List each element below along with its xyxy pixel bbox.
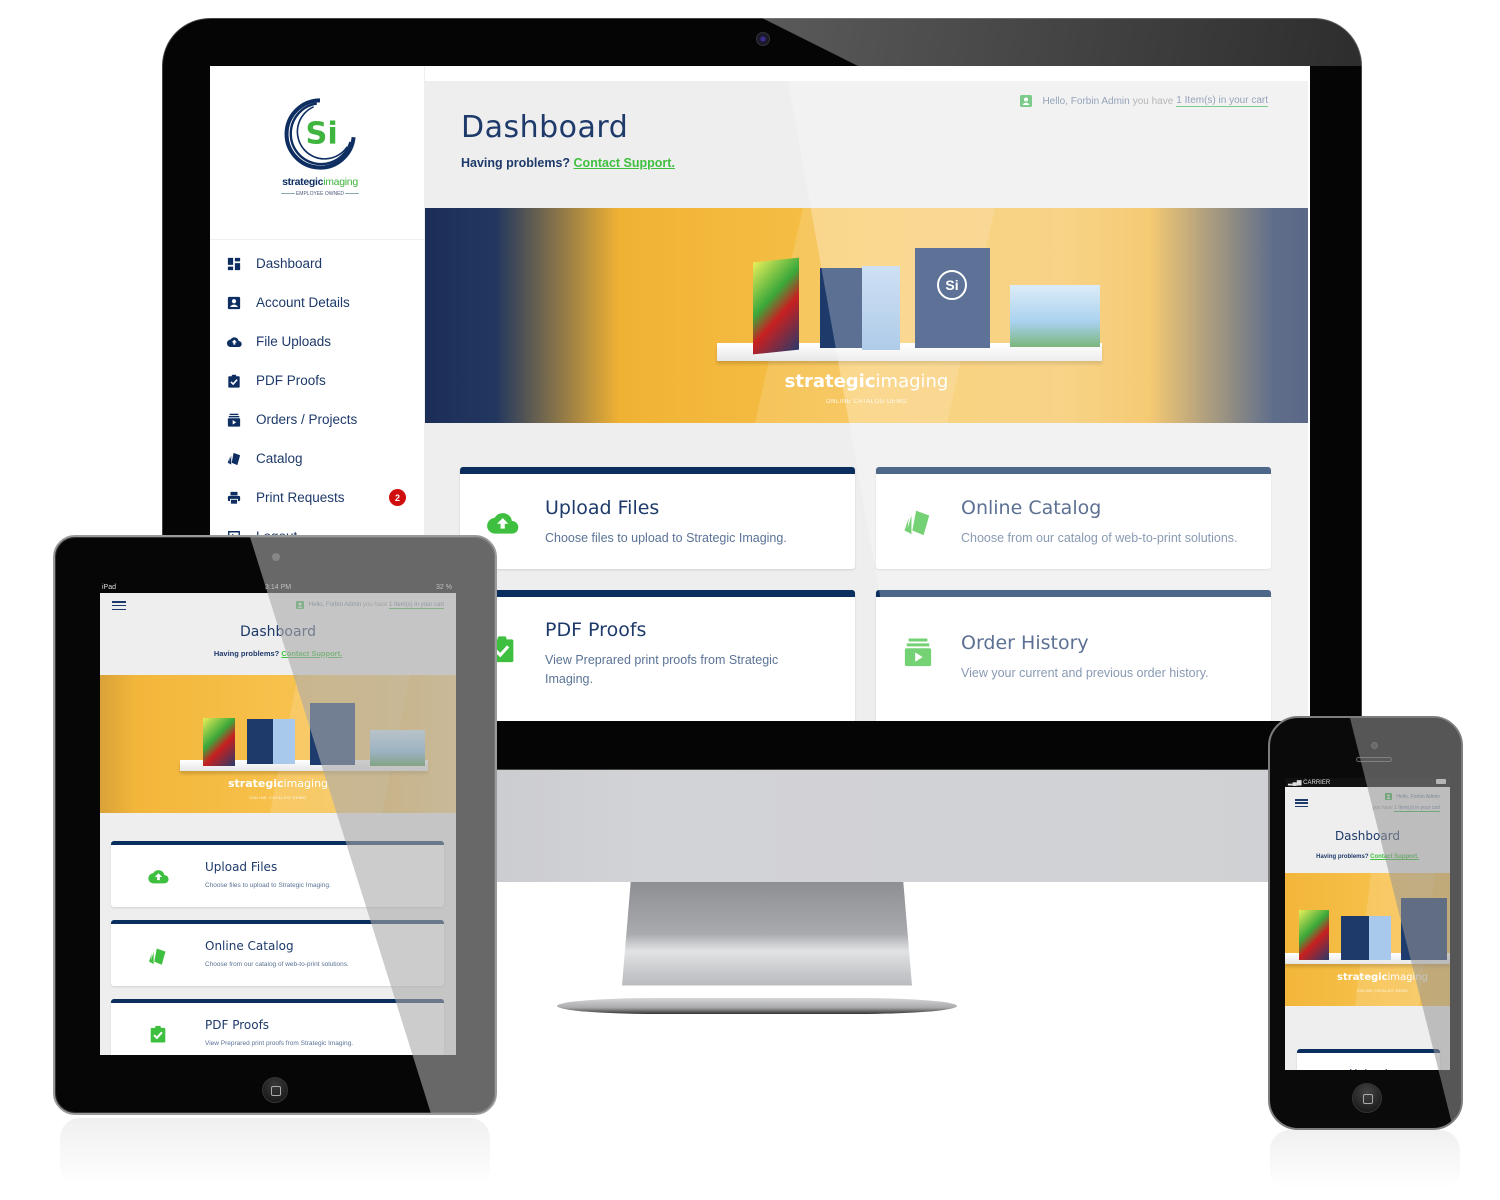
card-upload-files[interactable]: Upload Files Choose files to upload to S…: [460, 467, 855, 569]
banner-product-magazine: [1010, 285, 1100, 347]
card-order-history[interactable]: Order History View your current and prev…: [876, 590, 1271, 721]
catalog-icon: [148, 946, 168, 966]
card-description: Choose files to upload to Strategic Imag…: [205, 882, 331, 889]
card-title: Online Catalog: [205, 939, 294, 953]
help-text: Having problems?: [461, 156, 571, 170]
sidebar-divider: [210, 239, 424, 240]
sidebar-item-pdf-proofs[interactable]: PDF Proofs: [210, 361, 424, 400]
hamburger-menu-icon[interactable]: [1295, 799, 1308, 807]
orders-icon: [226, 412, 242, 428]
card-pdf-proofs[interactable]: PDF Proofs View Preprared print proofs f…: [111, 999, 444, 1055]
cart-link[interactable]: 1 Item(s) in your cart: [1176, 95, 1268, 107]
sidebar-nav: Dashboard Account Details File Uploads P…: [210, 244, 424, 556]
brand-wordmark: strategicimaging: [270, 176, 370, 188]
banner-subtitle: ONLINE CATALOG DEMO: [826, 399, 907, 405]
printer-icon: [226, 490, 242, 506]
sidebar-item-label: File Uploads: [256, 334, 332, 349]
hero-banner: Si strategicimaging ONLINE CATALOG DEMO: [425, 208, 1308, 423]
notification-badge: 2: [389, 489, 406, 506]
banner-product-folder: Si: [915, 248, 990, 348]
user-icon: [1020, 95, 1032, 107]
card-online-catalog[interactable]: Online Catalog Choose from our catalog o…: [876, 467, 1271, 569]
si-logo-icon: [276, 94, 364, 174]
contact-support-link[interactable]: Contact Support.: [574, 156, 675, 170]
cloud-upload-icon: [485, 511, 519, 535]
phone-mockup: ▂▄▆ CARRIER Hello, Forbin Admin you have…: [1268, 716, 1463, 1130]
page-title: Dashboard: [461, 110, 629, 145]
phone-reflection: [1270, 1130, 1460, 1190]
cloud-upload-icon: [226, 334, 242, 350]
cloud-upload-icon: [147, 869, 169, 884]
bezel-glare: [762, 18, 1362, 66]
clipboard-check-icon: [149, 1025, 167, 1043]
monitor-stand: [622, 882, 912, 986]
card-description: View Preprared print proofs from Strateg…: [545, 653, 779, 686]
catalog-icon: [903, 507, 933, 537]
greeting-middle: you have: [1132, 95, 1174, 107]
card-title: Order History: [961, 632, 1089, 654]
orders-icon: [903, 637, 933, 667]
sidebar-item-label: Catalog: [256, 451, 303, 466]
sidebar-item-label: Print Requests: [256, 490, 345, 505]
clipboard-check-icon: [226, 373, 242, 389]
brand-name-bold: strategic: [282, 176, 324, 188]
sidebar-item-account-details[interactable]: Account Details: [210, 283, 424, 322]
sidebar-item-label: PDF Proofs: [256, 373, 326, 388]
tablet-mockup: iPad 3:14 PM 32 % Hello, Forbin Admin yo…: [53, 535, 497, 1115]
tablet-reflection: [60, 1118, 490, 1188]
sidebar-item-file-uploads[interactable]: File Uploads: [210, 322, 424, 361]
sidebar-item-catalog[interactable]: Catalog: [210, 439, 424, 478]
support-prompt: Having problems? Contact Support.: [461, 156, 675, 170]
device-name: iPad: [102, 584, 117, 591]
carrier-label: ▂▄▆ CARRIER: [1288, 780, 1331, 786]
card-title: Upload Files: [545, 497, 660, 519]
card-pdf-proofs[interactable]: PDF Proofs View Preprared print proofs f…: [460, 590, 855, 721]
catalog-icon: [226, 451, 242, 467]
card-title: PDF Proofs: [545, 619, 647, 641]
monitor-foot: [557, 998, 957, 1014]
card-title: PDF Proofs: [205, 1018, 270, 1032]
sidebar-item-dashboard[interactable]: Dashboard: [210, 244, 424, 283]
banner-product-comic: [753, 257, 799, 355]
sidebar-item-label: Account Details: [256, 295, 350, 310]
tablet-home-button[interactable]: [262, 1077, 288, 1103]
user-greeting: Hello, Forbin Admin you have 1 Item(s) i…: [1020, 95, 1268, 107]
main-content: Hello, Forbin Admin you have 1 Item(s) i…: [425, 81, 1308, 721]
phone-home-button[interactable]: [1352, 1083, 1382, 1113]
folder-logo: Si: [937, 270, 967, 300]
card-title: Online Catalog: [961, 497, 1102, 519]
hamburger-menu-icon[interactable]: [112, 601, 126, 610]
banner-product-brochure-inside: [862, 266, 900, 350]
brand-tagline: EMPLOYEE OWNED: [270, 191, 370, 197]
sidebar-item-orders-projects[interactable]: Orders / Projects: [210, 400, 424, 439]
card-description: Choose from our catalog of web-to-print …: [205, 961, 349, 968]
card-title: Upload Files: [205, 860, 278, 874]
sidebar-item-print-requests[interactable]: Print Requests 2: [210, 478, 424, 517]
sidebar-item-label: Dashboard: [256, 256, 323, 271]
card-upload-files[interactable]: Upload: [1297, 1049, 1440, 1070]
card-description: Choose files to upload to Strategic Imag…: [545, 531, 787, 545]
card-description: View Preprared print proofs from Strateg…: [205, 1040, 354, 1047]
card-description: Choose from our catalog of web-to-print …: [961, 531, 1238, 545]
banner-brand: strategicimaging: [784, 371, 949, 392]
sidebar-item-label: Orders / Projects: [256, 412, 358, 427]
card-title: Upload: [1297, 1067, 1440, 1070]
account-box-icon: [226, 295, 242, 311]
dashboard-icon: [226, 256, 242, 272]
card-description: View your current and previous order his…: [961, 666, 1209, 680]
banner-product-brochure: [820, 268, 862, 348]
greeting-text: Hello, Forbin Admin: [1042, 95, 1130, 107]
brand-logo[interactable]: strategicimaging EMPLOYEE OWNED: [270, 94, 370, 214]
monitor-camera: [756, 32, 770, 46]
brand-name-light: imaging: [323, 176, 358, 188]
